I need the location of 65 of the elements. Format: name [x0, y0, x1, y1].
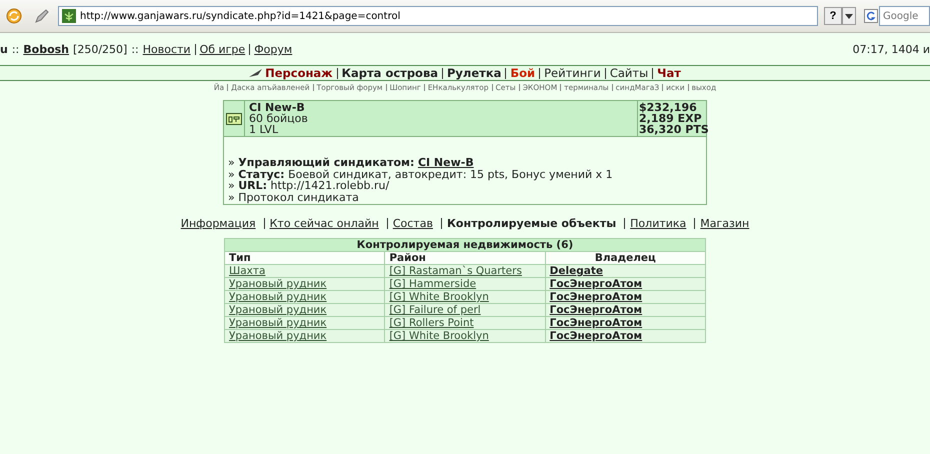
cell-link[interactable]: Урановый рудник: [229, 317, 327, 329]
cell-link[interactable]: Урановый рудник: [229, 330, 327, 342]
exp-text: 2,189 EXP: [639, 113, 702, 124]
search-field[interactable]: Google: [879, 6, 930, 26]
table-title: Контролируемая недвижимость (6): [224, 238, 706, 252]
cell-link[interactable]: [G] Rollers Point: [389, 317, 474, 329]
cell-link[interactable]: Урановый рудник: [229, 291, 327, 303]
cell-link[interactable]: ГосЭнергоАтом: [550, 304, 642, 316]
cell-link[interactable]: ГосЭнергоАтом: [550, 330, 642, 342]
section-tab[interactable]: Политика: [630, 217, 686, 230]
separator: ::: [12, 43, 20, 56]
top-link[interactable]: Об игре: [200, 43, 246, 56]
cell-link[interactable]: Урановый рудник: [229, 278, 327, 290]
top-link[interactable]: Новости: [142, 43, 191, 56]
cell-link[interactable]: [G] Hammerside: [389, 278, 476, 290]
help-button[interactable]: ?: [824, 7, 842, 25]
nav-link[interactable]: Бой: [510, 66, 536, 80]
refresh-icon[interactable]: [6, 8, 22, 24]
leaf-icon: [62, 9, 76, 23]
info-line: » Управляющий синдикатом: CI New-B: [228, 156, 474, 169]
syndicate-logo-icon: [226, 112, 242, 124]
health-text: [250/250]: [73, 43, 128, 56]
top-link[interactable]: Форум: [254, 43, 292, 56]
address-field[interactable]: http://www.ganjawars.ru/syndicate.php?id=1421&page=control: [58, 6, 818, 26]
nav-link[interactable]: Чат: [657, 66, 681, 80]
cell-link[interactable]: ГосЭнергоАтом: [550, 291, 642, 303]
plane-icon: [249, 68, 264, 78]
info-line: » Протокол синдиката: [228, 190, 359, 204]
separator: ::: [131, 43, 139, 56]
nav-link[interactable]: Сайты: [610, 66, 648, 80]
cell-link[interactable]: ГосЭнергоАтом: [550, 278, 642, 290]
section-tab[interactable]: Контролируемые объекты: [446, 217, 616, 230]
dropdown-button[interactable]: [842, 7, 856, 25]
cell-link[interactable]: Шахта: [229, 265, 266, 277]
section-tab[interactable]: Информация: [180, 217, 256, 230]
column-header: Район: [384, 252, 546, 264]
syndicate-link[interactable]: CI New-B: [418, 156, 474, 169]
cell-link[interactable]: [G] Rastaman`s Quarters: [389, 265, 522, 277]
cell-link[interactable]: [G] White Brooklyn: [389, 291, 489, 303]
search-engine-icon: [864, 9, 878, 23]
site-name: u: [0, 43, 8, 56]
column-header: Тип: [224, 252, 385, 264]
syndicate-name: CI New-B: [249, 102, 305, 113]
info-line: » URL: http://1421.rolebb.ru/: [228, 179, 390, 192]
info-line: » Статус: Боевой синдикат, автокредит: 15 pts, Бонус умений x 1: [228, 168, 613, 180]
cell-link[interactable]: ГосЭнергоАтом: [550, 317, 642, 329]
cell-link[interactable]: [G] Failure of perl: [389, 304, 481, 316]
cell-link[interactable]: [G] White Brooklyn: [389, 330, 489, 342]
section-tab[interactable]: Состав: [392, 217, 433, 230]
column-header: Владелец: [545, 252, 706, 264]
level-text: 1 LVL: [249, 124, 278, 135]
user-link[interactable]: Bobosh: [23, 43, 70, 56]
section-tab[interactable]: Магазин: [700, 217, 750, 230]
fighters-count: 60 бойцов: [249, 113, 309, 124]
pencil-icon[interactable]: [34, 8, 50, 24]
nav-link[interactable]: Рулетка: [447, 66, 502, 80]
section-tab[interactable]: Кто сейчас онлайн: [270, 217, 379, 230]
money-text: $232,196: [639, 102, 698, 113]
nav-link[interactable]: Рейтинги: [544, 66, 601, 80]
cell-link[interactable]: Урановый рудник: [229, 304, 327, 316]
caret-icon: [845, 14, 853, 18]
cell-link[interactable]: Delegate: [550, 265, 603, 277]
nav-link[interactable]: Карта острова: [342, 66, 438, 80]
clock-text: 07:17, 1404 и: [852, 43, 930, 56]
nav-link[interactable]: Персонаж: [265, 66, 333, 80]
